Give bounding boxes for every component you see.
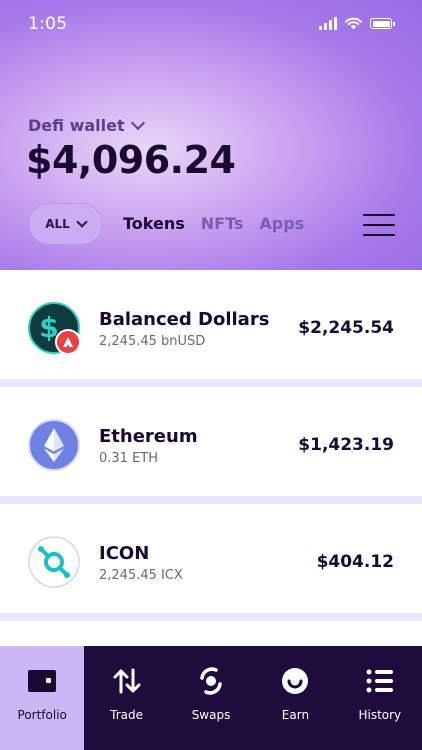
token-name: Ethereum	[99, 426, 198, 447]
menu-icon[interactable]	[363, 214, 395, 236]
list-icon	[365, 666, 395, 696]
tab-tokens[interactable]: Tokens	[123, 214, 185, 233]
wallet-icon	[27, 666, 57, 696]
chevron-down-icon	[130, 115, 145, 131]
tab-apps[interactable]: Apps	[259, 214, 304, 233]
signal-icon	[319, 17, 337, 30]
token-name: Balanced Dollars	[99, 309, 270, 330]
token-row[interactable]: $ Balanced Dollars 2,245.45 bnUSD $2,245…	[0, 270, 422, 379]
wallet-selector[interactable]: Defi wallet	[28, 115, 145, 135]
trade-arrows-icon	[112, 666, 142, 696]
token-amount: 0.31 ETH	[99, 451, 159, 466]
swaps-icon	[196, 666, 226, 696]
token-value: $404.12	[316, 552, 394, 572]
nav-label: Portfolio	[17, 708, 67, 722]
token-list: $ Balanced Dollars 2,245.45 bnUSD $2,245…	[0, 270, 422, 661]
nav-label: Swaps	[191, 708, 231, 722]
app-screen: 1:05 Defi wallet $4,096.24 ALL Tokens NF…	[0, 0, 422, 750]
token-amount: 2,245.45 ICX	[99, 568, 183, 583]
token-row[interactable]: ICON 2,245.45 ICX $404.12	[0, 504, 422, 613]
nav-earn[interactable]: Earn	[253, 646, 337, 750]
wallet-header: 1:05 Defi wallet $4,096.24 ALL Tokens NF…	[0, 0, 422, 270]
nav-label: Earn	[281, 708, 310, 722]
balanced-dollars-icon: $	[28, 302, 81, 355]
tab-nfts[interactable]: NFTs	[201, 214, 244, 233]
nav-label: History	[358, 708, 402, 722]
icon-token-icon	[28, 536, 80, 588]
nav-label: Trade	[110, 708, 144, 722]
token-value: $1,423.19	[298, 435, 394, 455]
asset-tabs: Tokens NFTs Apps	[123, 214, 304, 233]
status-icons	[319, 17, 395, 30]
bottom-nav: Portfolio Trade Swaps Earn History	[0, 646, 422, 750]
wallet-balance: $4,096.24	[26, 138, 236, 182]
token-amount: 2,245.45 bnUSD	[99, 334, 206, 349]
nav-history[interactable]: History	[338, 646, 422, 750]
token-name: ICON	[99, 543, 150, 564]
token-row[interactable]: Ethereum 0.31 ETH $1,423.19	[0, 387, 422, 496]
wifi-icon	[345, 17, 362, 30]
filter-dropdown[interactable]: ALL	[28, 203, 103, 245]
token-value: $2,245.54	[298, 318, 394, 338]
battery-icon	[370, 18, 395, 29]
status-time: 1:05	[28, 14, 68, 34]
wallet-name: Defi wallet	[28, 116, 125, 135]
ethereum-icon	[28, 419, 80, 471]
nav-trade[interactable]: Trade	[84, 646, 168, 750]
smile-icon	[280, 666, 310, 696]
nav-swaps[interactable]: Swaps	[169, 646, 253, 750]
filter-label: ALL	[45, 217, 70, 231]
chevron-down-icon	[76, 216, 88, 228]
nav-portfolio[interactable]: Portfolio	[0, 646, 85, 750]
